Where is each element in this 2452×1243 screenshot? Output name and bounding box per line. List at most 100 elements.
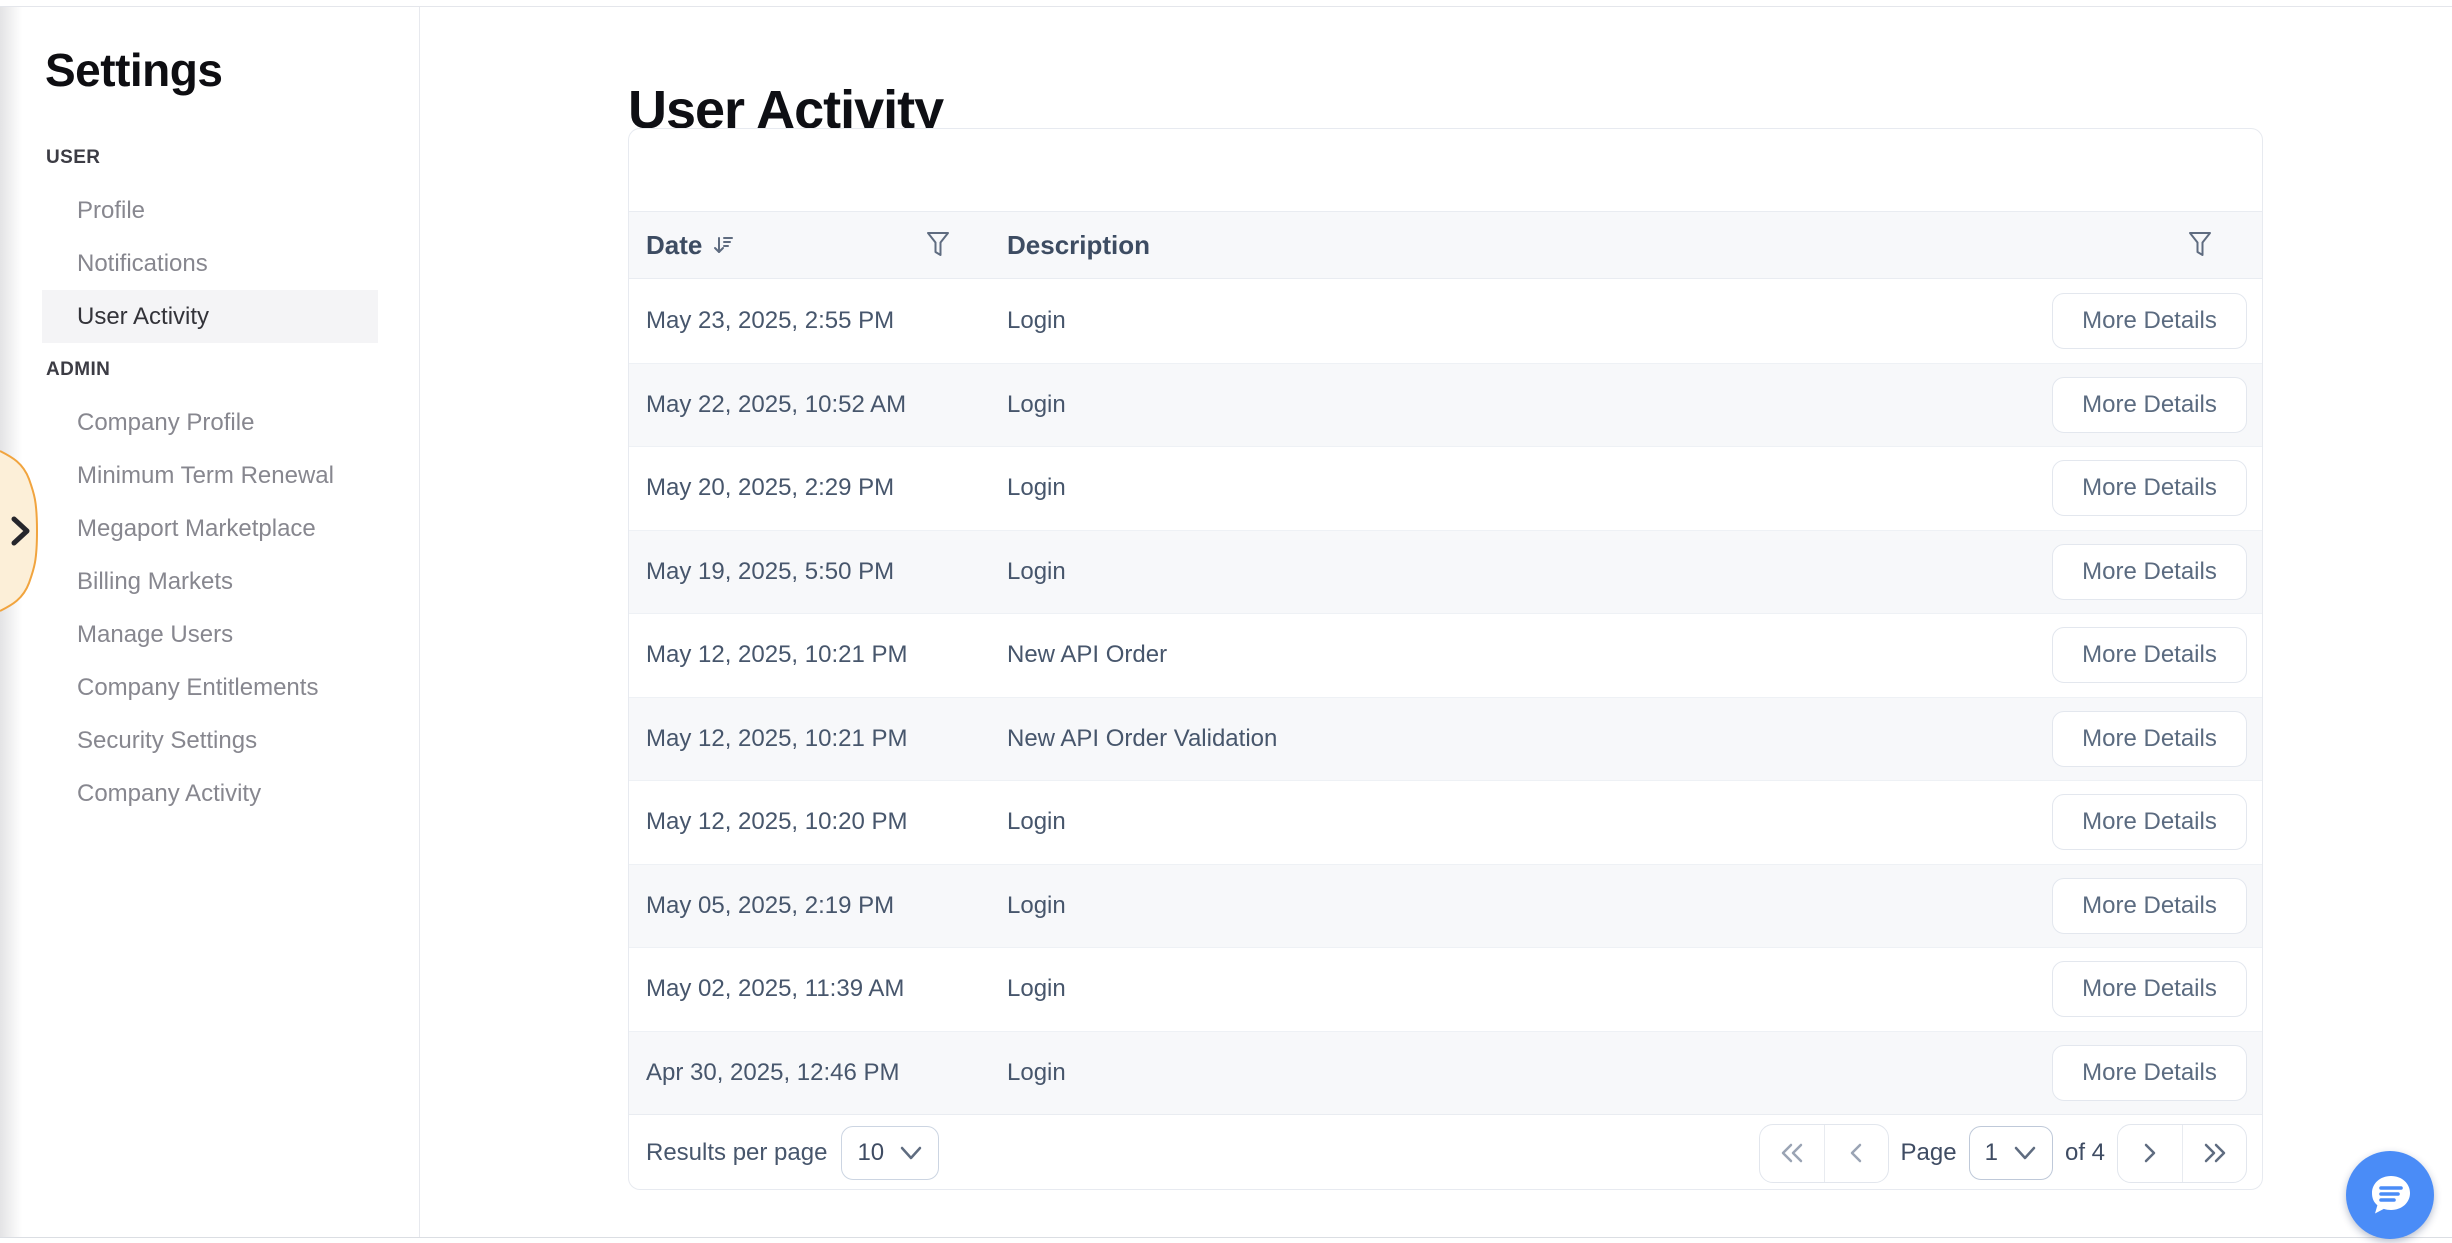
row-action-cell: More Details (2052, 377, 2262, 433)
settings-nav: USER ProfileNotificationsUser Activity A… (0, 131, 419, 820)
more-details-button[interactable]: More Details (2052, 544, 2247, 600)
row-description: Login (1007, 1059, 2052, 1087)
row-date: May 19, 2025, 5:50 PM (629, 558, 1007, 586)
sidebar-user-items: ProfileNotificationsUser Activity (0, 184, 419, 343)
date-column-header-cell: Date (629, 230, 1007, 261)
description-column-header-cell: Description (1007, 230, 2262, 261)
table-row: May 12, 2025, 10:20 PM Login More Detail… (629, 780, 2262, 864)
row-action-cell: More Details (2052, 794, 2262, 850)
double-chevron-right-icon (2201, 1141, 2229, 1165)
page-select[interactable]: 1 (1969, 1126, 2053, 1180)
page-label: Page (1901, 1139, 1957, 1167)
row-action-cell: More Details (2052, 627, 2262, 683)
table-toolbar (629, 129, 2262, 211)
row-date: May 23, 2025, 2:55 PM (629, 307, 1007, 335)
row-description: Login (1007, 474, 2052, 502)
previous-page-button[interactable] (1824, 1125, 1888, 1182)
pagination-prev-group (1759, 1124, 1889, 1183)
sidebar-section-admin-label: ADMIN (0, 343, 419, 396)
row-description: Login (1007, 391, 2052, 419)
row-description: Login (1007, 892, 2052, 920)
settings-sidebar: Settings USER ProfileNotificationsUser A… (0, 7, 420, 1237)
sidebar-item[interactable]: Billing Markets (42, 555, 378, 608)
row-date: May 20, 2025, 2:29 PM (629, 474, 1007, 502)
chevron-down-icon (2013, 1145, 2037, 1161)
row-date: May 02, 2025, 11:39 AM (629, 975, 1007, 1003)
last-page-button[interactable] (2182, 1125, 2246, 1182)
row-description: New API Order (1007, 641, 2052, 669)
table-footer: Results per page 10 (629, 1114, 2262, 1190)
first-page-button[interactable] (1760, 1125, 1824, 1182)
row-description: Login (1007, 307, 2052, 335)
sidebar-item[interactable]: Manage Users (42, 608, 378, 661)
table-row: May 22, 2025, 10:52 AM Login More Detail… (629, 363, 2262, 447)
row-date: May 12, 2025, 10:21 PM (629, 641, 1007, 669)
pagination: Page 1 of 4 (1759, 1124, 2247, 1183)
row-action-cell: More Details (2052, 293, 2262, 349)
row-description: New API Order Validation (1007, 725, 2052, 753)
chat-button[interactable] (2346, 1151, 2434, 1239)
description-column-header[interactable]: Description (1007, 230, 1150, 261)
sidebar-item[interactable]: Company Activity (42, 767, 378, 820)
date-filter-funnel-icon[interactable] (927, 232, 949, 258)
sort-descending-icon[interactable] (712, 233, 734, 257)
more-details-button[interactable]: More Details (2052, 460, 2247, 516)
row-action-cell: More Details (2052, 711, 2262, 767)
chat-bubble-icon (2364, 1169, 2416, 1221)
sidebar-item[interactable]: Security Settings (42, 714, 378, 767)
row-date: May 12, 2025, 10:20 PM (629, 808, 1007, 836)
more-details-button[interactable]: More Details (2052, 1045, 2247, 1101)
table-row: May 05, 2025, 2:19 PM Login More Details (629, 864, 2262, 948)
sidebar-title: Settings (45, 43, 419, 97)
sidebar-item[interactable]: Company Entitlements (42, 661, 378, 714)
more-details-button[interactable]: More Details (2052, 878, 2247, 934)
table-row: May 12, 2025, 10:21 PM New API Order Mor… (629, 613, 2262, 697)
page-value: 1 (1985, 1139, 1998, 1167)
description-filter-funnel-icon[interactable] (2189, 232, 2211, 258)
row-date: May 12, 2025, 10:21 PM (629, 725, 1007, 753)
double-chevron-left-icon (1778, 1141, 1806, 1165)
chevron-right-icon (2141, 1141, 2159, 1165)
more-details-button[interactable]: More Details (2052, 627, 2247, 683)
sidebar-admin-items: Company ProfileMinimum Term RenewalMegap… (0, 396, 419, 820)
sidebar-item[interactable]: Megaport Marketplace (42, 502, 378, 555)
date-column-header[interactable]: Date (646, 230, 702, 261)
row-date: May 05, 2025, 2:19 PM (629, 892, 1007, 920)
row-description: Login (1007, 558, 2052, 586)
table-body: May 23, 2025, 2:55 PM Login More Details… (629, 279, 2262, 1114)
sidebar-item[interactable]: Minimum Term Renewal (42, 449, 378, 502)
chevron-left-icon (1847, 1141, 1865, 1165)
sidebar-expand-tab[interactable] (0, 448, 42, 614)
table-row: May 23, 2025, 2:55 PM Login More Details (629, 279, 2262, 363)
table-row: May 02, 2025, 11:39 AM Login More Detail… (629, 947, 2262, 1031)
table-row: May 12, 2025, 10:21 PM New API Order Val… (629, 697, 2262, 781)
sidebar-item[interactable]: Company Profile (42, 396, 378, 449)
results-per-page-select[interactable]: 10 (841, 1126, 939, 1180)
more-details-button[interactable]: More Details (2052, 711, 2247, 767)
results-per-page-label: Results per page (646, 1139, 827, 1167)
user-activity-card: Date Description May 23, (628, 128, 2263, 1190)
row-action-cell: More Details (2052, 460, 2262, 516)
chevron-down-icon (899, 1145, 923, 1161)
more-details-button[interactable]: More Details (2052, 961, 2247, 1017)
row-action-cell: More Details (2052, 961, 2262, 1017)
more-details-button[interactable]: More Details (2052, 377, 2247, 433)
results-per-page-value: 10 (857, 1139, 884, 1167)
sidebar-item[interactable]: Profile (42, 184, 378, 237)
bottom-divider (0, 1237, 2452, 1238)
sidebar-item[interactable]: User Activity (42, 290, 378, 343)
more-details-button[interactable]: More Details (2052, 293, 2247, 349)
pagination-next-group (2117, 1124, 2247, 1183)
sidebar-section-user-label: USER (0, 131, 419, 184)
row-description: Login (1007, 808, 2052, 836)
row-date: Apr 30, 2025, 12:46 PM (629, 1059, 1007, 1087)
sidebar-item[interactable]: Notifications (42, 237, 378, 290)
more-details-button[interactable]: More Details (2052, 794, 2247, 850)
next-page-button[interactable] (2118, 1125, 2182, 1182)
row-action-cell: More Details (2052, 1045, 2262, 1101)
table-row: May 20, 2025, 2:29 PM Login More Details (629, 446, 2262, 530)
row-description: Login (1007, 975, 2052, 1003)
table-row: May 19, 2025, 5:50 PM Login More Details (629, 530, 2262, 614)
table-header: Date Description (629, 211, 2262, 279)
table-row: Apr 30, 2025, 12:46 PM Login More Detail… (629, 1031, 2262, 1115)
